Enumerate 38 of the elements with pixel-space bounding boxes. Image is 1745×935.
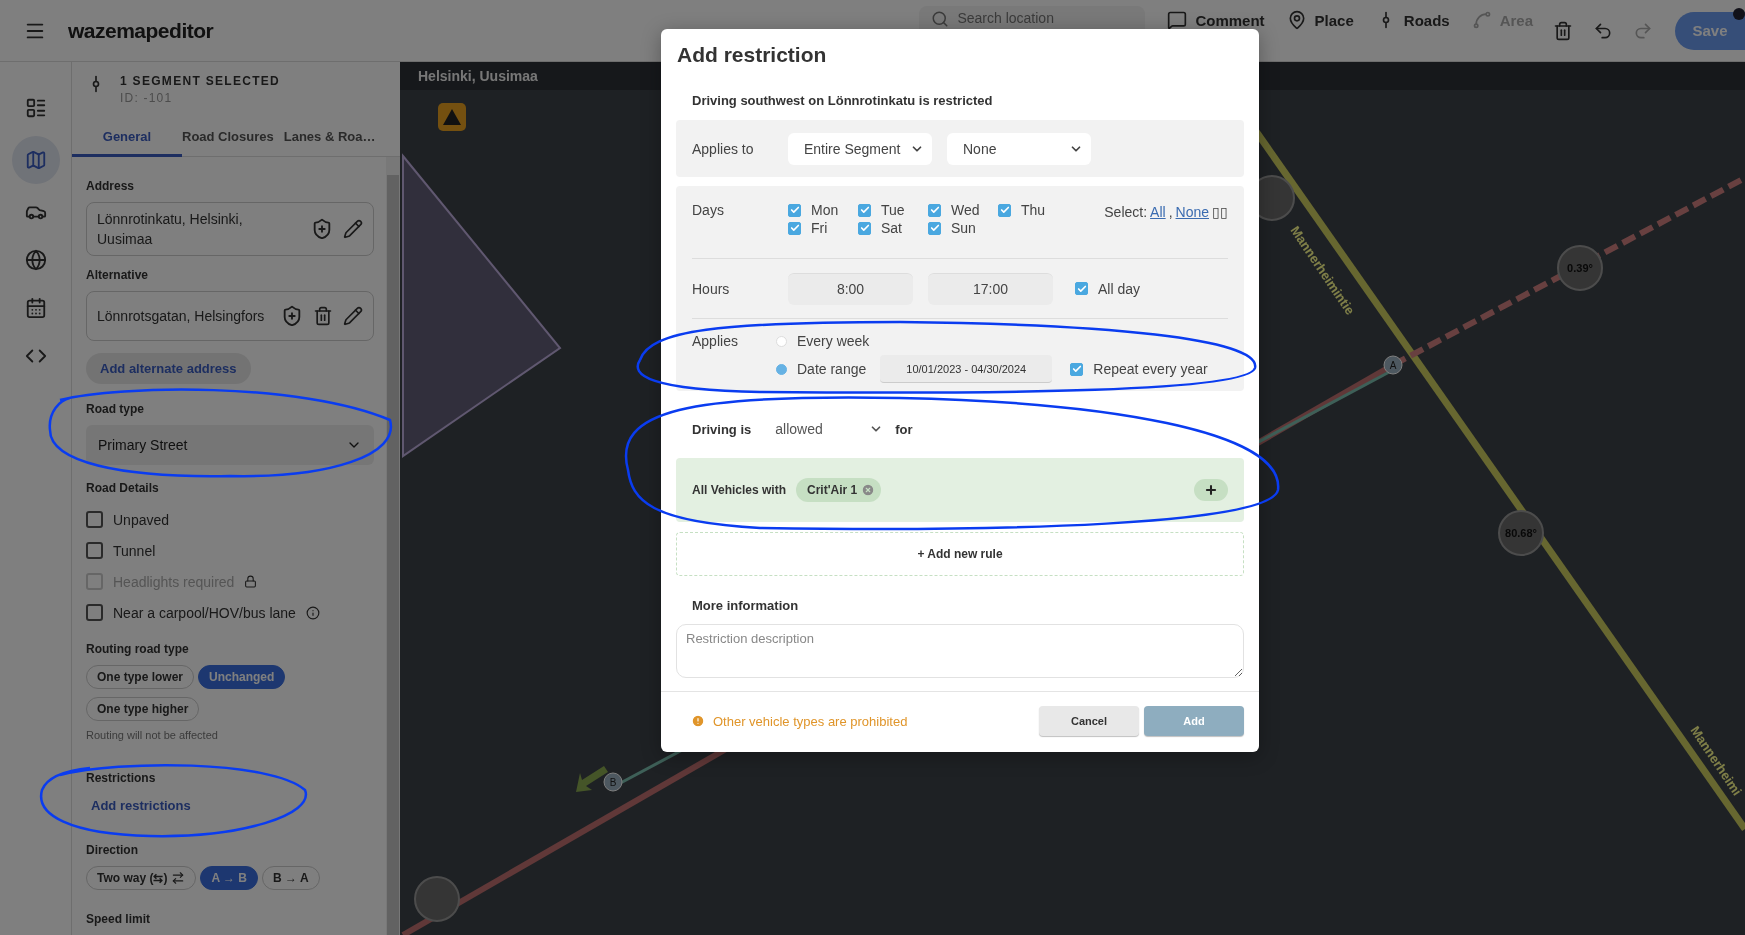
- field-label: Speed limit: [86, 912, 151, 926]
- dialog-subtitle: Driving southwest on Lönnrotinkatu is restricted: [692, 93, 994, 108]
- checkbox-label: Tue: [881, 202, 905, 218]
- field-label: Routing road type: [86, 642, 190, 656]
- checkbox-label: Mon: [811, 202, 839, 218]
- row-label: for: [895, 421, 913, 437]
- select-label: Select:: [1104, 204, 1148, 220]
- row-label: Hours: [692, 280, 731, 297]
- checkbox-label: Repeat every year: [1093, 361, 1208, 377]
- field-label: Road Details: [86, 481, 160, 495]
- checkbox-label: Fri: [811, 220, 828, 236]
- checkbox-label: Thu: [1021, 202, 1046, 218]
- checkbox-label: Wed: [951, 202, 980, 218]
- section-label: More information: [692, 598, 800, 613]
- rule-label: All Vehicles with: [692, 483, 787, 497]
- row-label: Driving is: [692, 421, 752, 437]
- warning-text: Other vehicle types are prohibited: [691, 713, 908, 729]
- panel-title: 1 SEGMENT SELECTED: [120, 74, 281, 88]
- routing-note: Routing will not be affected: [86, 729, 219, 741]
- row-label: Applies to: [692, 140, 755, 157]
- radio-label: Date range: [797, 361, 867, 377]
- row-label: Applies: [692, 333, 739, 349]
- checkbox-label: Sun: [951, 220, 976, 236]
- field-label: Restrictions: [86, 771, 157, 785]
- glyph-boxes: ▯▯: [1212, 204, 1228, 220]
- field-label: Address: [86, 179, 136, 193]
- checkbox-label: All day: [1098, 280, 1141, 297]
- field-label: Road type: [86, 402, 145, 416]
- checkbox-label: Near a carpool/HOV/bus lane: [113, 604, 296, 621]
- checkbox-label: Sat: [881, 220, 902, 236]
- field-label: Direction: [86, 843, 139, 857]
- checkbox-label: Tunnel: [113, 542, 156, 559]
- field-label: Alternative: [86, 268, 150, 282]
- comma: ,: [1168, 204, 1173, 220]
- checkbox-label: Unpaved: [113, 511, 170, 528]
- row-label: Days: [692, 202, 725, 218]
- logo: wazemapeditor: [68, 18, 214, 43]
- radio-label: Every week: [797, 333, 870, 349]
